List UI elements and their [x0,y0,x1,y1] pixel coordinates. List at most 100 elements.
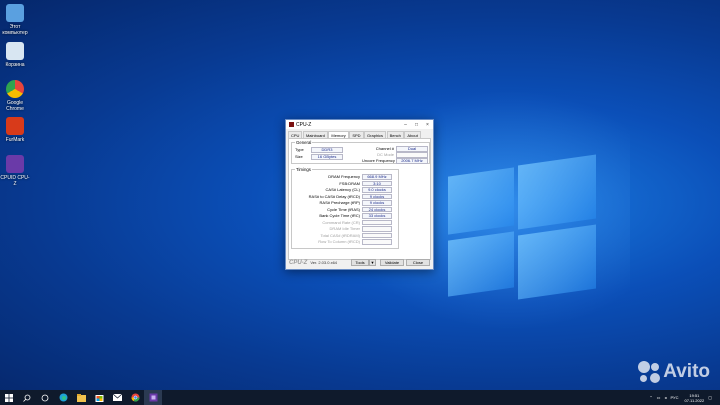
minimize-button[interactable]: – [400,122,411,128]
field-label: Size [295,154,303,160]
general-group: General Type DDR3 Size 16 GBytes Channel… [291,140,430,164]
timing-label: RAS# Precharge (tRP) [319,200,360,206]
tab-bench[interactable]: Bench [386,131,404,138]
notifications-icon[interactable]: ▢ [708,395,712,400]
tab-cpu[interactable]: CPU [288,131,303,138]
volume-icon[interactable]: ◂ [664,395,666,400]
timing-label: RAS# to CAS# Delay (tRCD) [308,193,360,199]
channel-value: Dual [396,146,428,152]
timing-row: RAS# Precharge (tRP) 9 clocks [294,200,392,206]
window-title: CPU-Z [296,121,312,128]
clock[interactable]: 19:51 07.11.2022 [684,393,704,403]
windows-icon[interactable] [0,390,18,405]
timing-row: FSB:DRAM 3:10 [294,180,392,186]
tools-button[interactable]: Tools [351,259,369,266]
close-button[interactable]: Close [406,259,430,266]
timing-label: DRAM Frequency [328,174,360,180]
timing-label: CAS# Latency (CL) [325,187,360,193]
uncore-value: 2006.7 MHz [396,158,428,164]
title-bar[interactable]: CPU-Z – □ × [286,120,433,129]
timing-label: FSB:DRAM [339,180,360,186]
size-value: 16 GBytes [311,154,343,160]
avito-watermark: Avito [638,361,710,383]
type-row: Type DDR3 [295,147,343,153]
timing-row: DRAM Frequency 668.9 MHz [294,174,392,180]
chrome-icon[interactable] [126,390,144,405]
tab-memory[interactable]: Memory [328,131,349,138]
tab-bar: CPU Mainboard Memory SPD Graphics Bench … [286,129,433,138]
timing-row: Command Rate (CR) [294,219,392,225]
timing-row: Total CAS# (tRDRAM) [294,232,392,238]
desktop-icon-furmark[interactable]: FurMark [0,117,30,143]
timing-value: 9 clocks [362,200,392,206]
desktop-icon-chrome[interactable]: Google Chrome [0,80,30,112]
chrome-icon [6,80,24,98]
timing-label: Cycle Time (tRAS) [327,206,360,212]
tab-graphics[interactable]: Graphics [364,131,387,138]
timing-label: DRAM Idle Timer [329,226,360,232]
timing-value: 24 clocks [362,206,392,212]
timings-group: Timings DRAM Frequency 668.9 MHz FSB:DRA… [291,167,399,249]
clock-date: 07.11.2022 [684,397,705,403]
timing-value: 9 clocks [362,193,392,199]
size-row: Size 16 GBytes [295,154,343,160]
cpuz-window: CPU-Z – □ × CPU Mainboard Memory SPD Gra… [285,119,434,270]
validate-button[interactable]: Validate [380,259,404,266]
timing-value: 3:10 [362,180,392,186]
timing-row: Cycle Time (tRAS) 24 clocks [294,206,392,212]
avito-logo-icon [638,361,661,383]
timing-row: Row To Column (tRCD) [294,239,392,245]
field-label: Type [295,147,304,153]
desktop-icon-label: Корзина [5,62,25,68]
memory-panel: General Type DDR3 Size 16 GBytes Channel… [288,138,431,260]
furmark-icon [6,117,24,135]
tab-mainboard[interactable]: Mainboard [302,131,328,138]
network-icon[interactable]: ▭ [657,395,661,400]
tab-about[interactable]: About [404,131,421,138]
tab-spd[interactable]: SPD [349,131,364,138]
footer-bar: CPU-Z Ver. 2.03.0.x64 Tools ▼ Validate C… [286,258,433,267]
dc-mode-row: DC Mode [362,152,428,158]
desktop-icon-this-pc[interactable]: Этот компьютер [0,4,30,36]
search-icon[interactable] [18,390,36,405]
uncore-row: Uncore Frequency 2006.7 MHz [362,158,428,164]
taskview-icon[interactable] [36,390,54,405]
timing-value: 33 clocks [362,213,392,219]
dc-mode-value [396,152,428,158]
mail-icon[interactable] [108,390,126,405]
explorer-icon[interactable] [72,390,90,405]
channel-row: Channel # Dual [362,146,428,152]
field-label: DC Mode [377,152,394,158]
desktop-icon-cpuz[interactable]: CPUID CPU-Z [0,155,30,187]
timing-value [362,219,392,225]
computer-icon [6,4,24,22]
tools-dropdown-icon[interactable]: ▼ [369,259,376,266]
desktop-icon-label: FurMark [5,137,25,143]
store-icon[interactable] [90,390,108,405]
field-label: Channel # [375,146,394,152]
version-label: Ver. 2.03.0.x64 [310,260,338,265]
cpuz-app-icon [289,122,294,127]
timing-row: DRAM Idle Timer [294,226,392,232]
group-title: Timings [295,167,312,172]
timing-label: Bank Cycle Time (tRC) [319,213,360,219]
timing-label: Total CAS# (tRDRAM) [320,232,360,238]
close-window-button[interactable]: × [422,122,433,128]
windows-logo-wallpaper [440,150,600,300]
field-label: Uncore Frequency [362,158,395,164]
timing-value: 9.0 clocks [362,187,392,193]
timing-value [362,232,392,238]
tray-chevron-icon[interactable]: ⌃ [649,395,652,400]
timing-label: Row To Column (tRCD) [318,239,360,245]
group-title: General [295,140,313,145]
cpuz-icon[interactable] [144,390,162,405]
cpuz-icon [6,155,24,173]
timing-row: Bank Cycle Time (tRC) 33 clocks [294,213,392,219]
desktop-icon-recycle-bin[interactable]: Корзина [0,42,30,68]
system-tray: ⌃ ▭ ◂ РУС 19:51 07.11.2022 ▢ [645,393,720,403]
maximize-button[interactable]: □ [411,122,422,128]
timing-row: CAS# Latency (CL) 9.0 clocks [294,187,392,193]
desktop-icon-label: Google Chrome [6,100,24,112]
edge-icon[interactable] [54,390,72,405]
language-indicator[interactable]: РУС [670,395,678,400]
